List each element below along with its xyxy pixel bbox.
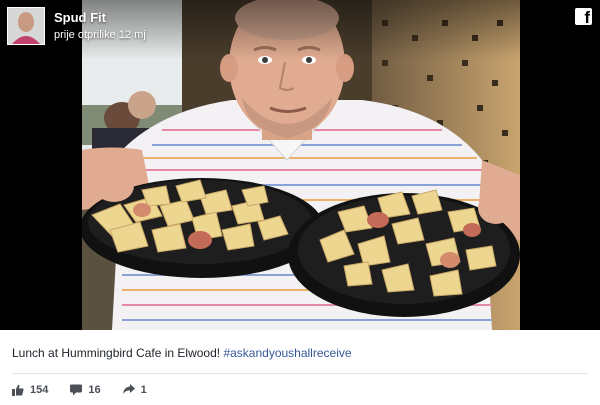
comment-count-value: 16: [88, 384, 101, 396]
hashtag-link[interactable]: #askandyoushallreceive: [223, 346, 351, 360]
post-timestamp[interactable]: prije otprilike 12 mj: [54, 29, 146, 41]
page-name[interactable]: Spud Fit: [54, 10, 106, 25]
like-count-value: 154: [30, 384, 49, 396]
share-count-value: 1: [140, 384, 147, 396]
divider: [12, 373, 588, 374]
post-caption: Lunch at Hummingbird Cafe in Elwood! #as…: [12, 346, 352, 360]
comment-count[interactable]: 16: [70, 384, 101, 396]
comment-icon: [70, 384, 83, 396]
share-icon: [122, 384, 135, 394]
avatar[interactable]: [7, 7, 45, 45]
post-media[interactable]: Spud Fit prije otprilike 12 mj f: [0, 0, 600, 330]
avatar-image: [8, 8, 44, 44]
facebook-icon[interactable]: f: [575, 8, 592, 27]
engagement-stats: 154 16 1: [12, 382, 169, 398]
caption-text: Lunch at Hummingbird Cafe in Elwood!: [12, 346, 224, 360]
like-icon: [12, 384, 24, 396]
share-count[interactable]: 1: [122, 384, 147, 396]
like-count[interactable]: 154: [12, 384, 48, 396]
